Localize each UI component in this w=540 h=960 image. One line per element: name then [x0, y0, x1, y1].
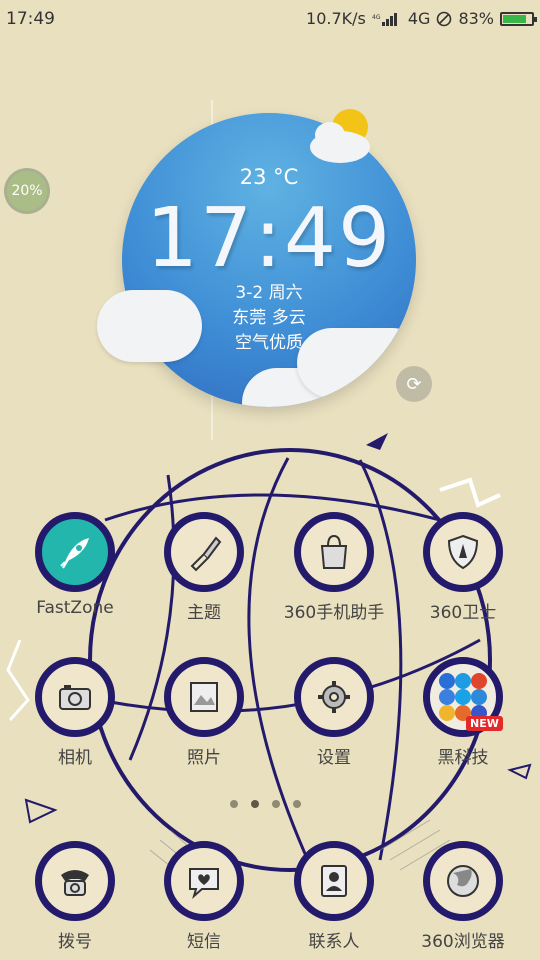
camera-icon — [59, 685, 91, 710]
sun-cloud-icon — [310, 109, 370, 163]
app-messages[interactable]: 短信 — [139, 841, 269, 952]
app-label: FastZone — [36, 598, 114, 618]
app-label: 360卫士 — [429, 603, 497, 623]
app-360-browser[interactable]: 360浏览器 — [398, 841, 528, 952]
app-label: 360浏览器 — [421, 932, 505, 952]
app-camera[interactable]: 相机 — [10, 657, 140, 768]
cloud-decoration — [97, 290, 202, 362]
contacts-icon — [321, 865, 347, 897]
photo-icon — [190, 682, 218, 712]
app-label: 360手机助手 — [283, 603, 385, 623]
shield-icon — [447, 534, 479, 570]
widget-clock: 17:49 — [145, 191, 393, 286]
app-theme[interactable]: 主题 — [139, 512, 269, 623]
app-black-tech-folder[interactable]: 黑科技 — [398, 657, 528, 768]
app-360-assistant[interactable]: 360手机助手 — [269, 512, 399, 623]
app-label: 拨号 — [58, 932, 92, 952]
app-label: 相机 — [58, 748, 92, 768]
page-indicator[interactable] — [230, 800, 301, 808]
app-dialer[interactable]: 拨号 — [10, 841, 140, 952]
page-dot-active[interactable] — [251, 800, 259, 808]
refresh-icon[interactable]: ⟳ — [396, 366, 432, 402]
floating-memory-widget[interactable]: 20% — [4, 168, 50, 214]
brush-icon — [190, 536, 222, 572]
page-dot[interactable] — [230, 800, 238, 808]
app-label: 主题 — [187, 603, 221, 623]
page-dot[interactable] — [293, 800, 301, 808]
app-settings[interactable]: 设置 — [269, 657, 399, 768]
page-dot[interactable] — [272, 800, 280, 808]
message-icon — [189, 868, 219, 899]
app-label: 设置 — [317, 748, 351, 768]
app-label: 联系人 — [308, 932, 360, 952]
globe-icon — [447, 865, 479, 897]
app-contacts[interactable]: 联系人 — [269, 841, 399, 952]
gear-icon — [318, 681, 350, 713]
app-label: 照片 — [187, 748, 221, 768]
app-label: 短信 — [187, 932, 221, 952]
app-label: 黑科技 — [437, 748, 489, 768]
phone-icon — [61, 870, 89, 896]
new-badge: NEW — [466, 716, 503, 731]
app-360-security[interactable]: 360卫士 — [398, 512, 528, 623]
app-fastzone[interactable]: FastZone — [10, 512, 140, 618]
app-photos[interactable]: 照片 — [139, 657, 269, 768]
shopping-bag-icon — [320, 534, 348, 569]
rocket-icon — [60, 538, 89, 569]
